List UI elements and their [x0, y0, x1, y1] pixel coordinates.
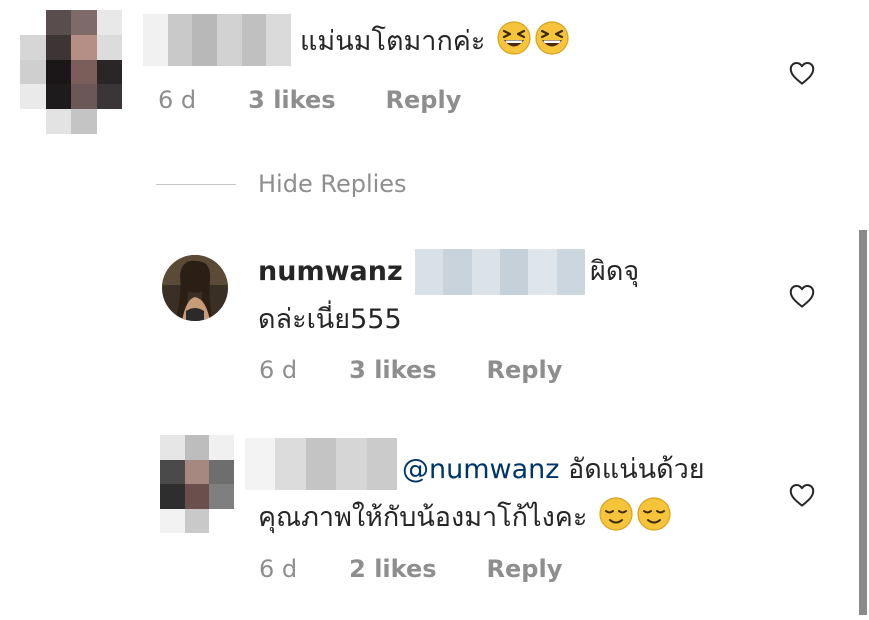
reply-button[interactable]: Reply: [487, 356, 563, 384]
comment-text: แม่นมโตมากค่ะ: [300, 20, 570, 64]
heart-icon[interactable]: [787, 58, 817, 88]
avatar[interactable]: [162, 255, 228, 321]
reply-meta: 6 d 3 likes Reply: [259, 356, 562, 384]
mention-blurred[interactable]: [415, 249, 585, 295]
reply-text-line2: ดล่ะเนี่ย555: [258, 298, 402, 342]
reply-text-line2: คุณภาพให้กับน้องมาโก้ไงคะ: [258, 496, 672, 540]
reply-body-line2: ดล่ะเนี่ย555: [258, 304, 402, 335]
reply-body-line1: อัดแน่นด้วย: [568, 454, 705, 485]
avatar-photo: [162, 255, 228, 321]
likes-count-link[interactable]: 3 likes: [349, 356, 436, 384]
reply-text-line1: @numwanz อัดแน่นด้วย: [402, 448, 705, 492]
reply-body-line1: ผิดจุ: [590, 256, 640, 287]
relieved-face-emoji: [637, 497, 671, 531]
hide-replies-label: Hide Replies: [258, 170, 407, 198]
likes-count-link[interactable]: 3 likes: [248, 86, 335, 114]
mention-link[interactable]: @numwanz: [402, 454, 559, 485]
reply-body-line2: คุณภาพให้กับน้องมาโก้ไงคะ: [258, 502, 588, 533]
reply-text: numwanz: [258, 250, 403, 294]
heart-icon[interactable]: [787, 480, 817, 510]
reply-meta: 6 d 2 likes Reply: [259, 555, 562, 583]
comment-meta: 6 d 3 likes Reply: [158, 86, 461, 114]
reply-age: 6 d: [259, 555, 298, 583]
avatar-blurred[interactable]: [160, 435, 234, 533]
username-blurred[interactable]: [143, 14, 292, 66]
heart-icon[interactable]: [787, 281, 817, 311]
grinning-squinting-face-emoji: [497, 21, 531, 55]
reply-button[interactable]: Reply: [386, 86, 462, 114]
hide-replies-toggle[interactable]: Hide Replies: [156, 170, 407, 198]
likes-count-link[interactable]: 2 likes: [349, 555, 436, 583]
relieved-face-emoji: [599, 497, 633, 531]
comment-age: 6 d: [158, 86, 197, 114]
avatar-blurred[interactable]: [20, 10, 122, 134]
divider-line: [156, 183, 236, 185]
username-blurred[interactable]: [245, 438, 398, 490]
scrollbar-thumb[interactable]: [859, 230, 867, 615]
comment-body: แม่นมโตมากค่ะ: [300, 26, 486, 57]
reply-button[interactable]: Reply: [487, 555, 563, 583]
grinning-squinting-face-emoji: [535, 21, 569, 55]
reply-age: 6 d: [259, 356, 298, 384]
reply-text-line1: ผิดจุ: [590, 250, 639, 294]
username-link[interactable]: numwanz: [258, 256, 403, 287]
